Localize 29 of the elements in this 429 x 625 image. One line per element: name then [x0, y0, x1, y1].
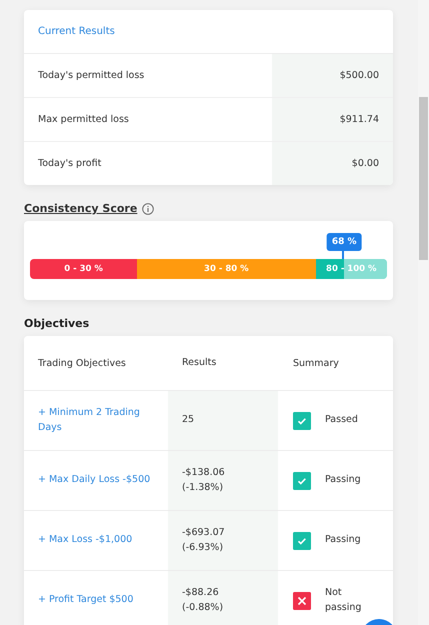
table-cell: -$88.26 (-0.88%) [168, 571, 278, 625]
objective-link[interactable]: + Max Loss -$1,000 [38, 533, 132, 548]
table-cell: $500.00 [272, 54, 393, 97]
table-cell-text: Today's permitted loss [37, 69, 146, 83]
scrollbar-thumb[interactable] [419, 97, 428, 260]
info-icon[interactable] [142, 202, 154, 214]
status-text: Passed [325, 413, 358, 428]
status-text: Passing [325, 473, 361, 488]
card-title: Current Results [38, 26, 115, 37]
table-cell-text: Max permitted loss [37, 113, 130, 127]
score-segment: 80 - 100 % [316, 259, 387, 279]
status-text: Not passing [325, 586, 362, 614]
table-cell: -$693.07 (-6.93%) [168, 511, 278, 570]
table-cell: $911.74 [272, 98, 393, 141]
section-heading: Objectives [24, 317, 90, 330]
table-cell: -$138.06 (-1.38%) [168, 451, 278, 510]
section-heading: Consistency Score [24, 202, 138, 215]
column-header: Trading Objectives [24, 336, 168, 390]
status-text: Passing [325, 533, 361, 548]
score-segment: 30 - 80 % [137, 259, 316, 279]
objective-link[interactable]: + Max Daily Loss -$500 [38, 473, 150, 488]
table-cell-text: Today's profit [37, 157, 102, 171]
score-segment: 0 - 30 % [30, 259, 138, 279]
table-cell: 25 [168, 391, 278, 450]
column-header: Summary [278, 336, 393, 390]
objective-link[interactable]: + Minimum 2 Trading Days [38, 406, 158, 436]
score-bubble: 68 % [326, 233, 362, 251]
objective-link[interactable]: + Profit Target $500 [38, 593, 134, 608]
table-cell: $0.00 [272, 142, 393, 185]
